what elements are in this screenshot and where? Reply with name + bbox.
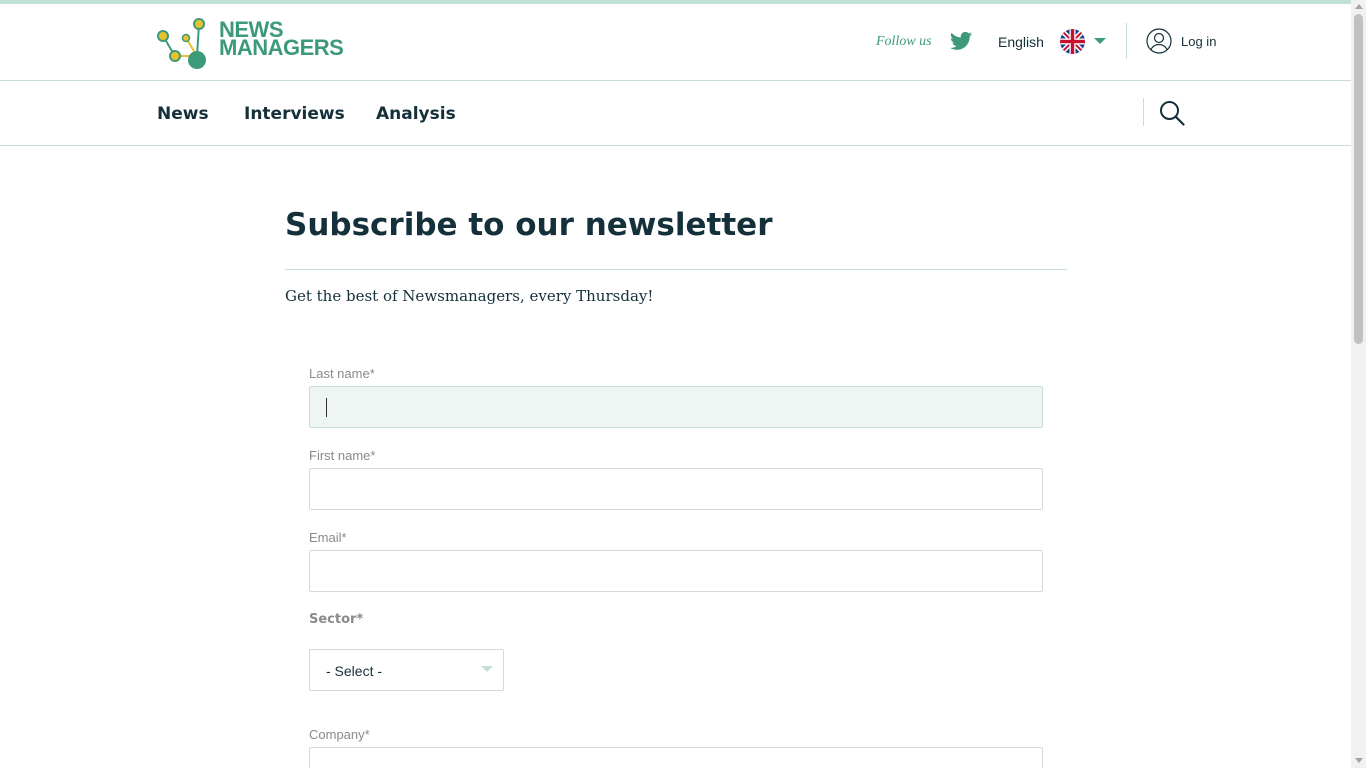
company-field[interactable] <box>309 747 1043 768</box>
language-dropdown-chevron-icon[interactable] <box>1094 38 1106 44</box>
header-divider <box>1126 23 1127 59</box>
scroll-down-arrow-icon[interactable] <box>1355 758 1363 763</box>
title-divider <box>285 269 1067 270</box>
site-logo[interactable]: NEWS MANAGERS <box>157 16 377 70</box>
nav-item-interviews[interactable]: Interviews <box>244 104 345 124</box>
twitter-icon[interactable] <box>950 31 972 51</box>
text-cursor <box>326 398 327 417</box>
email-label: Email* <box>309 530 347 545</box>
scroll-up-arrow-icon[interactable] <box>1355 4 1363 9</box>
first-name-label: First name* <box>309 448 376 463</box>
sector-select[interactable]: - Select - <box>309 649 504 691</box>
page-subtitle: Get the best of Newsmanagers, every Thur… <box>285 287 654 305</box>
follow-us-label: Follow us <box>876 34 932 49</box>
language-selector-label[interactable]: English <box>998 34 1044 50</box>
login-link[interactable]: Log in <box>1181 34 1216 49</box>
user-icon[interactable] <box>1146 28 1172 54</box>
site-header: NEWS MANAGERS Follow us English Log in <box>0 4 1351 81</box>
logo-wordmark: NEWS MANAGERS <box>219 19 344 60</box>
scrollbar-thumb[interactable] <box>1354 14 1363 344</box>
page-scrollbar[interactable] <box>1351 0 1366 768</box>
main-navigation: News Interviews Analysis <box>0 81 1351 146</box>
uk-flag-icon[interactable] <box>1060 29 1085 54</box>
email-field[interactable] <box>309 550 1043 592</box>
page-title: Subscribe to our newsletter <box>285 207 773 243</box>
sector-selected-value: - Select - <box>326 663 383 679</box>
search-icon[interactable] <box>1159 100 1185 126</box>
logo-network-icon <box>157 18 206 69</box>
logo-line-managers: MANAGERS <box>219 35 344 60</box>
sector-label: Sector* <box>309 612 364 627</box>
chevron-down-icon <box>481 666 493 672</box>
last-name-field[interactable] <box>309 386 1043 428</box>
last-name-label: Last name* <box>309 366 375 381</box>
nav-item-analysis[interactable]: Analysis <box>376 104 456 124</box>
company-label: Company* <box>309 727 370 742</box>
nav-item-news[interactable]: News <box>157 104 209 124</box>
first-name-field[interactable] <box>309 468 1043 510</box>
nav-divider <box>1143 98 1144 126</box>
